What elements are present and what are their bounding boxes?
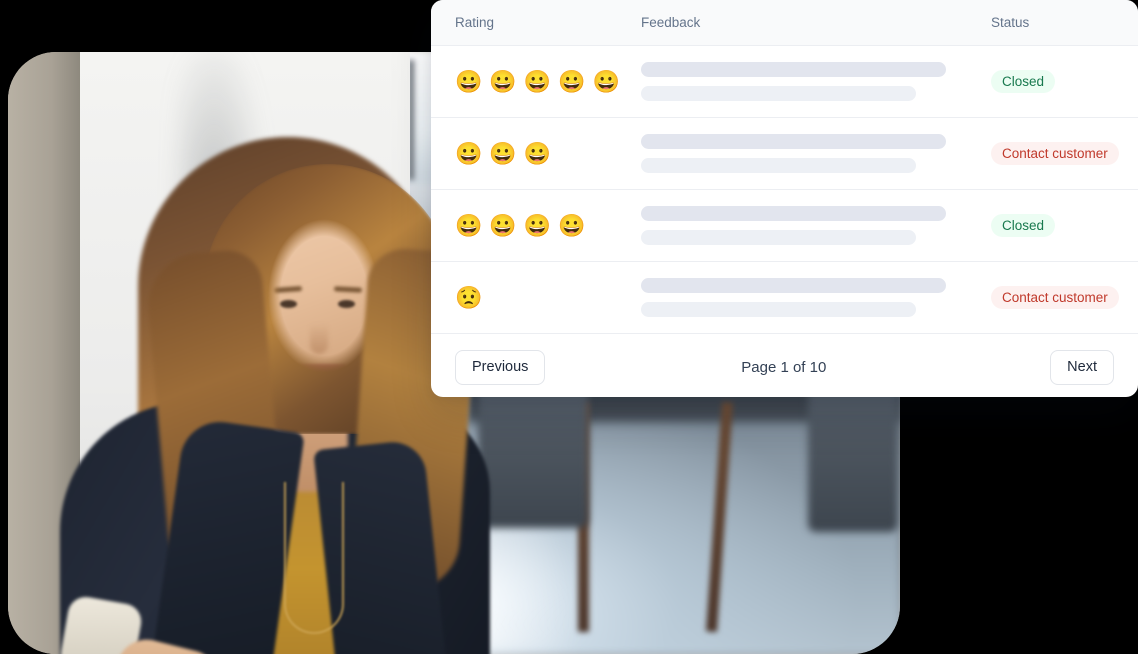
column-header-status: Status	[991, 15, 1030, 30]
grinning-face-icon: 😀	[489, 68, 517, 94]
table-row[interactable]: 😀 😀 😀 😀 Closed	[431, 190, 1138, 262]
cell-status: Closed	[991, 214, 1138, 237]
placeholder-bar	[641, 302, 916, 317]
rating-emoji-group: 😀 😀 😀 😀 😀	[455, 68, 641, 94]
status-badge: Closed	[991, 70, 1056, 93]
grinning-face-icon: 😀	[455, 68, 483, 94]
cell-feedback	[641, 278, 991, 317]
cell-status: Closed	[991, 70, 1138, 93]
next-page-button[interactable]: Next	[1050, 350, 1114, 385]
table-row[interactable]: 😀 😀 😀 Contact customer	[431, 118, 1138, 190]
grinning-face-icon: 😀	[592, 68, 621, 94]
pagination-bar: Previous Page 1 of 10 Next	[431, 334, 1138, 397]
grinning-face-icon: 😀	[489, 140, 517, 166]
column-header-feedback: Feedback	[641, 15, 701, 30]
placeholder-bar	[641, 206, 946, 221]
grinning-face-icon: 😀	[523, 212, 552, 238]
rating-emoji-group: 😟	[455, 284, 641, 310]
status-badge: Closed	[991, 214, 1056, 237]
status-badge: Contact customer	[991, 142, 1119, 165]
rating-emoji-group: 😀 😀 😀	[455, 140, 641, 166]
placeholder-bar	[641, 158, 916, 173]
placeholder-bar	[641, 62, 946, 77]
cell-rating: 😀 😀 😀	[431, 140, 641, 166]
grinning-face-icon: 😀	[523, 140, 552, 166]
table-body: 😀 😀 😀 😀 😀 Closed 😀 😀 😀 Contact customer 😀 😀 😀 😀 Closed…	[431, 46, 1138, 334]
grinning-face-icon: 😀	[455, 212, 483, 238]
table-row[interactable]: 😟 Contact customer	[431, 262, 1138, 334]
rating-emoji-group: 😀 😀 😀 😀	[455, 212, 641, 238]
grinning-face-icon: 😀	[558, 212, 586, 238]
grinning-face-icon: 😀	[558, 68, 586, 94]
status-badge: Contact customer	[991, 286, 1119, 309]
cell-rating: 😀 😀 😀 😀 😀	[431, 68, 641, 94]
feedback-table-card: Rating Feedback Status 😀 😀 😀 😀 😀 Closed 😀 😀 😀 Con…	[431, 0, 1138, 397]
cell-status: Contact customer	[991, 286, 1138, 309]
column-header-rating: Rating	[455, 15, 495, 30]
cell-feedback	[641, 62, 991, 101]
placeholder-bar	[641, 86, 916, 101]
feedback-placeholder	[641, 206, 991, 245]
frowning-face-icon: 😟	[455, 284, 483, 310]
cell-rating: 😟	[431, 284, 641, 310]
placeholder-bar	[641, 230, 916, 245]
table-row[interactable]: 😀 😀 😀 😀 😀 Closed	[431, 46, 1138, 118]
cell-feedback	[641, 134, 991, 173]
cell-rating: 😀 😀 😀 😀	[431, 212, 641, 238]
feedback-placeholder	[641, 62, 991, 101]
feedback-placeholder	[641, 278, 991, 317]
table-header-row: Rating Feedback Status	[431, 0, 1138, 46]
cell-status: Contact customer	[991, 142, 1138, 165]
previous-page-button[interactable]: Previous	[455, 350, 546, 385]
grinning-face-icon: 😀	[523, 68, 552, 94]
cell-feedback	[641, 206, 991, 245]
placeholder-bar	[641, 134, 946, 149]
placeholder-bar	[641, 278, 946, 293]
page-indicator: Page 1 of 10	[741, 359, 827, 376]
feedback-placeholder	[641, 134, 991, 173]
grinning-face-icon: 😀	[455, 140, 483, 166]
grinning-face-icon: 😀	[489, 212, 517, 238]
